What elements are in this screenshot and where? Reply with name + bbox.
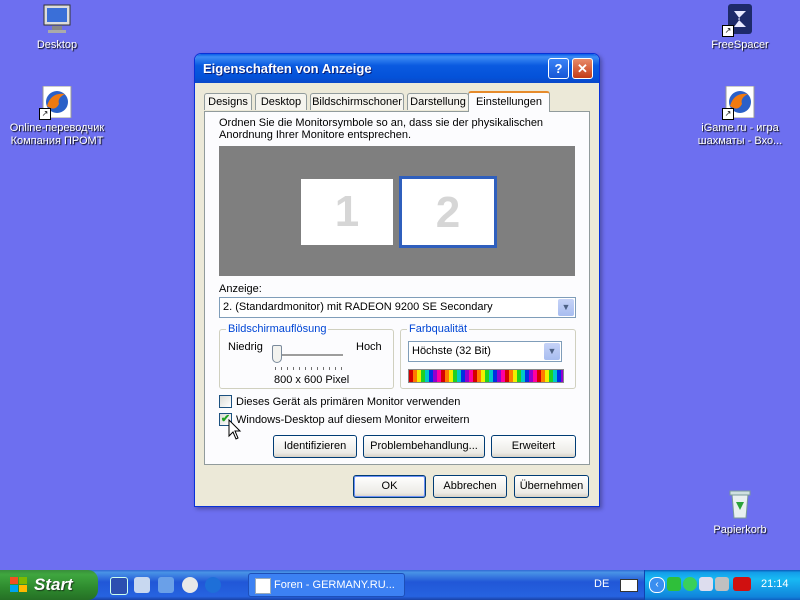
start-button[interactable]: Start: [0, 570, 98, 600]
window-icon: [255, 578, 271, 594]
resolution-slider-ticks: [275, 367, 343, 370]
shortcut-arrow-icon: ↗: [722, 108, 734, 120]
desktop-icon-label: FreeSpacer: [711, 39, 769, 51]
tray-icon-clover[interactable]: [683, 577, 697, 591]
color-quality-value: Höchste (32 Bit): [412, 345, 491, 357]
desktop-icon-igame[interactable]: ↗ iGame.ru - игра шахматы - Вхо...: [690, 85, 790, 148]
resolution-low-label: Niedrig: [228, 341, 263, 353]
resolution-group: Bildschirmauflösung Niedrig Hoch 800 x 6…: [219, 323, 394, 389]
resolution-value: 800 x 600 Pixel: [274, 374, 350, 386]
display-label: Anzeige:: [219, 283, 262, 295]
tray-icon-green[interactable]: [667, 577, 681, 591]
monitor-arrangement-area: 1 2: [219, 146, 575, 276]
resolution-slider-track[interactable]: [275, 354, 343, 357]
desktop-icon-promt[interactable]: ↗ Online-переводчик Компания ПРОМТ: [7, 85, 107, 148]
chevron-down-icon[interactable]: ▼: [544, 343, 560, 360]
dialog-titlebar[interactable]: Eigenschaften von Anzeige ? ✕: [195, 54, 599, 83]
desktop-icon-label: Papierkorb: [713, 524, 767, 536]
desktop-icon-label: Desktop: [36, 39, 78, 51]
display-select-value: 2. (Standardmonitor) mit RADEON 9200 SE …: [223, 301, 493, 313]
desktop-icon-label: iGame.ru - игра шахматы - Вхо...: [697, 122, 783, 147]
monitor-icon: [41, 3, 73, 35]
identify-button[interactable]: Identifizieren: [273, 435, 357, 458]
quicklaunch-trash-icon[interactable]: [134, 577, 150, 593]
color-quality-group: Farbqualität Höchste (32 Bit) ▼: [400, 323, 576, 389]
quicklaunch-desktop-icon[interactable]: [158, 577, 174, 593]
windows-logo-icon: [10, 577, 28, 593]
primary-monitor-label[interactable]: Dieses Gerät als primären Monitor verwen…: [236, 396, 460, 408]
freespacer-icon: ↗: [722, 3, 756, 37]
tab-settings[interactable]: Einstellungen: [468, 91, 550, 112]
display-properties-dialog: Eigenschaften von Anzeige ? ✕ Designs De…: [194, 53, 600, 507]
tab-screensaver[interactable]: Bildschirmschoner: [310, 93, 404, 110]
cancel-button[interactable]: Abbrechen: [433, 475, 507, 498]
help-button[interactable]: ?: [548, 58, 569, 79]
shortcut-arrow-icon: ↗: [39, 108, 51, 120]
tab-appearance[interactable]: Darstellung: [407, 93, 469, 110]
recycle-bin-icon: [724, 488, 756, 520]
color-spectrum-bar: [408, 369, 564, 383]
extend-desktop-label[interactable]: Windows-Desktop auf diesem Monitor erwei…: [236, 414, 470, 426]
ok-button[interactable]: OK: [353, 475, 426, 498]
settings-panel: Ordnen Sie die Monitorsymbole so an, das…: [204, 111, 590, 465]
taskbar-task-foren[interactable]: Foren - GERMANY.RU...: [248, 573, 405, 597]
tab-designs[interactable]: Designs: [204, 93, 252, 110]
tray-icon-vga[interactable]: [715, 577, 729, 591]
monitor-1[interactable]: 1: [301, 179, 393, 245]
dialog-title: Eigenschaften von Anzeige: [203, 61, 372, 76]
monitor-2[interactable]: 2: [399, 176, 497, 248]
desktop-icon-freespacer[interactable]: ↗ FreeSpacer: [690, 3, 790, 52]
desktop-icon-recycle-bin[interactable]: Papierkorb: [690, 488, 790, 537]
firefox-icon: ↗: [39, 85, 73, 120]
tray-icon-ati[interactable]: [733, 577, 751, 591]
quicklaunch-settings-icon[interactable]: [110, 577, 128, 595]
start-label: Start: [34, 575, 73, 594]
mouse-cursor-icon: [228, 419, 242, 440]
color-quality-select[interactable]: Höchste (32 Bit) ▼: [408, 341, 562, 362]
primary-monitor-checkbox[interactable]: [219, 395, 232, 408]
close-button[interactable]: ✕: [572, 58, 593, 79]
quicklaunch-media-icon[interactable]: [182, 577, 198, 593]
taskbar: Start Foren - GERMANY.RU... DE ‹ 21:14: [0, 570, 800, 600]
advanced-button[interactable]: Erweitert: [491, 435, 576, 458]
resolution-slider-thumb[interactable]: [272, 345, 282, 363]
clock[interactable]: 21:14: [761, 578, 789, 590]
chevron-down-icon[interactable]: ▼: [558, 299, 574, 316]
task-label: Foren - GERMANY.RU...: [274, 579, 395, 591]
resolution-high-label: Hoch: [356, 341, 382, 353]
troubleshoot-button[interactable]: Problembehandlung...: [363, 435, 485, 458]
apply-button[interactable]: Übernehmen: [514, 475, 589, 498]
keyboard-icon[interactable]: [620, 579, 638, 592]
chevron-left-icon[interactable]: ‹: [649, 577, 665, 593]
resolution-legend: Bildschirmauflösung: [226, 323, 329, 335]
system-tray: ‹ 21:14: [644, 570, 800, 600]
language-indicator[interactable]: DE: [594, 578, 609, 590]
desktop-icon-desktop[interactable]: Desktop: [7, 3, 107, 52]
instruction-text: Ordnen Sie die Monitorsymbole so an, das…: [219, 117, 544, 141]
firefox-icon: ↗: [722, 85, 756, 120]
color-quality-legend: Farbqualität: [407, 323, 470, 335]
display-select[interactable]: 2. (Standardmonitor) mit RADEON 9200 SE …: [219, 297, 576, 318]
quicklaunch-ie-icon[interactable]: [205, 577, 221, 593]
tray-icon-shield[interactable]: [699, 577, 713, 591]
shortcut-arrow-icon: ↗: [722, 25, 734, 37]
tab-desktop[interactable]: Desktop: [255, 93, 307, 110]
desktop-icon-label: Online-переводчик Компания ПРОМТ: [9, 122, 105, 147]
